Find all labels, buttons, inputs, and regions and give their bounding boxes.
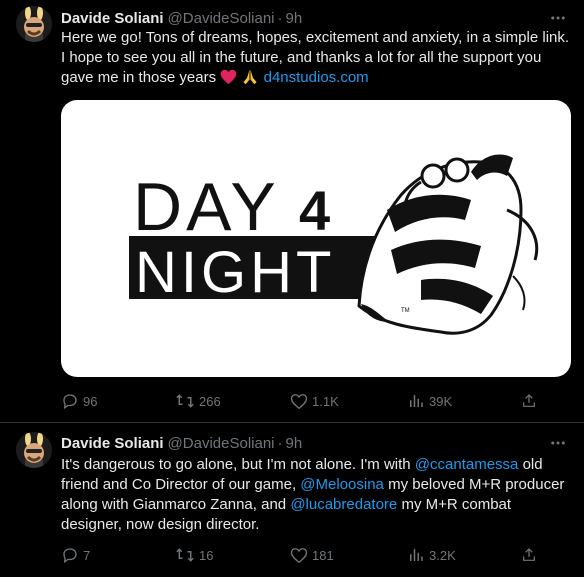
views-icon bbox=[410, 549, 423, 561]
trademark: TM bbox=[401, 308, 410, 314]
mention-lucabredatore[interactable]: @lucabredatore bbox=[290, 496, 397, 513]
share-icon bbox=[523, 548, 535, 561]
tweet-header: Davide Soliani @DavideSoliani · 9h bbox=[61, 433, 302, 453]
mention-ccantamessa[interactable]: @ccantamessa bbox=[415, 456, 519, 473]
action-bar: 7 16 181 3.2K bbox=[61, 545, 541, 565]
day4night-logo: DAY 4 NIGHT TM bbox=[129, 154, 539, 335]
tweet-text: It's dangerous to go alone, but I'm not … bbox=[61, 455, 571, 535]
retweet-count: 16 bbox=[199, 547, 214, 563]
like-icon bbox=[290, 547, 308, 563]
tweet-text: Here we go! Tons of dreams, hopes, excit… bbox=[61, 28, 571, 91]
reply-icon bbox=[63, 394, 77, 410]
author-name[interactable]: Davide Soliani bbox=[61, 435, 164, 452]
retweet-button[interactable]: 16 bbox=[175, 545, 213, 565]
view-count: 39K bbox=[429, 393, 453, 409]
reply-count: 96 bbox=[83, 393, 98, 409]
tweet[interactable]: Davide Soliani @DavideSoliani · 9h Here … bbox=[0, 0, 584, 423]
retweet-count: 266 bbox=[199, 393, 221, 409]
views-button[interactable]: 39K bbox=[407, 391, 452, 411]
retweet-button[interactable]: 266 bbox=[175, 391, 221, 411]
reply-button[interactable]: 96 bbox=[61, 391, 97, 411]
author-handle[interactable]: @DavideSoliani bbox=[168, 10, 275, 27]
pray-emoji bbox=[241, 69, 259, 91]
author-name[interactable]: Davide Soliani bbox=[61, 10, 164, 27]
mention-meloosina[interactable]: @Meloosina bbox=[300, 476, 384, 493]
logo-number: 4 bbox=[299, 179, 330, 242]
views-button[interactable]: 3.2K bbox=[407, 545, 456, 565]
avatar[interactable] bbox=[16, 6, 52, 42]
reply-count: 7 bbox=[83, 547, 91, 563]
separator: · bbox=[277, 434, 283, 452]
retweet-icon bbox=[176, 548, 194, 562]
logo-line1: DAY bbox=[133, 169, 280, 245]
like-icon bbox=[290, 393, 308, 409]
timestamp[interactable]: 9h bbox=[286, 10, 303, 27]
like-button[interactable]: 1.1K bbox=[290, 391, 339, 411]
timestamp[interactable]: 9h bbox=[286, 435, 303, 452]
retweet-icon bbox=[176, 394, 194, 408]
website-link[interactable]: d4nstudios.com bbox=[264, 69, 369, 86]
author-handle[interactable]: @DavideSoliani bbox=[168, 435, 275, 452]
reply-icon bbox=[63, 548, 77, 564]
tweet-text-part: It's dangerous to go alone, but I'm not … bbox=[61, 456, 415, 473]
share-icon bbox=[523, 394, 535, 407]
heart-emoji bbox=[220, 69, 237, 91]
link-card[interactable]: DAY 4 NIGHT TM bbox=[61, 100, 571, 377]
badger-illustration bbox=[357, 154, 539, 335]
like-count: 181 bbox=[312, 547, 334, 563]
share-button[interactable] bbox=[521, 545, 541, 565]
avatar[interactable] bbox=[16, 432, 52, 468]
reply-button[interactable]: 7 bbox=[61, 545, 90, 565]
more-icon[interactable] bbox=[546, 431, 570, 455]
like-button[interactable]: 181 bbox=[290, 545, 334, 565]
share-button[interactable] bbox=[521, 391, 541, 411]
tweet[interactable]: Davide Soliani @DavideSoliani · 9h It's … bbox=[0, 423, 584, 577]
logo-line2: NIGHT bbox=[135, 240, 335, 305]
like-count: 1.1K bbox=[312, 393, 339, 409]
separator: · bbox=[277, 9, 283, 27]
tweet-header: Davide Soliani @DavideSoliani · 9h bbox=[61, 8, 302, 28]
view-count: 3.2K bbox=[429, 547, 456, 563]
action-bar: 96 266 1.1K 39K bbox=[61, 391, 541, 411]
views-icon bbox=[410, 395, 423, 407]
more-icon[interactable] bbox=[546, 6, 570, 30]
